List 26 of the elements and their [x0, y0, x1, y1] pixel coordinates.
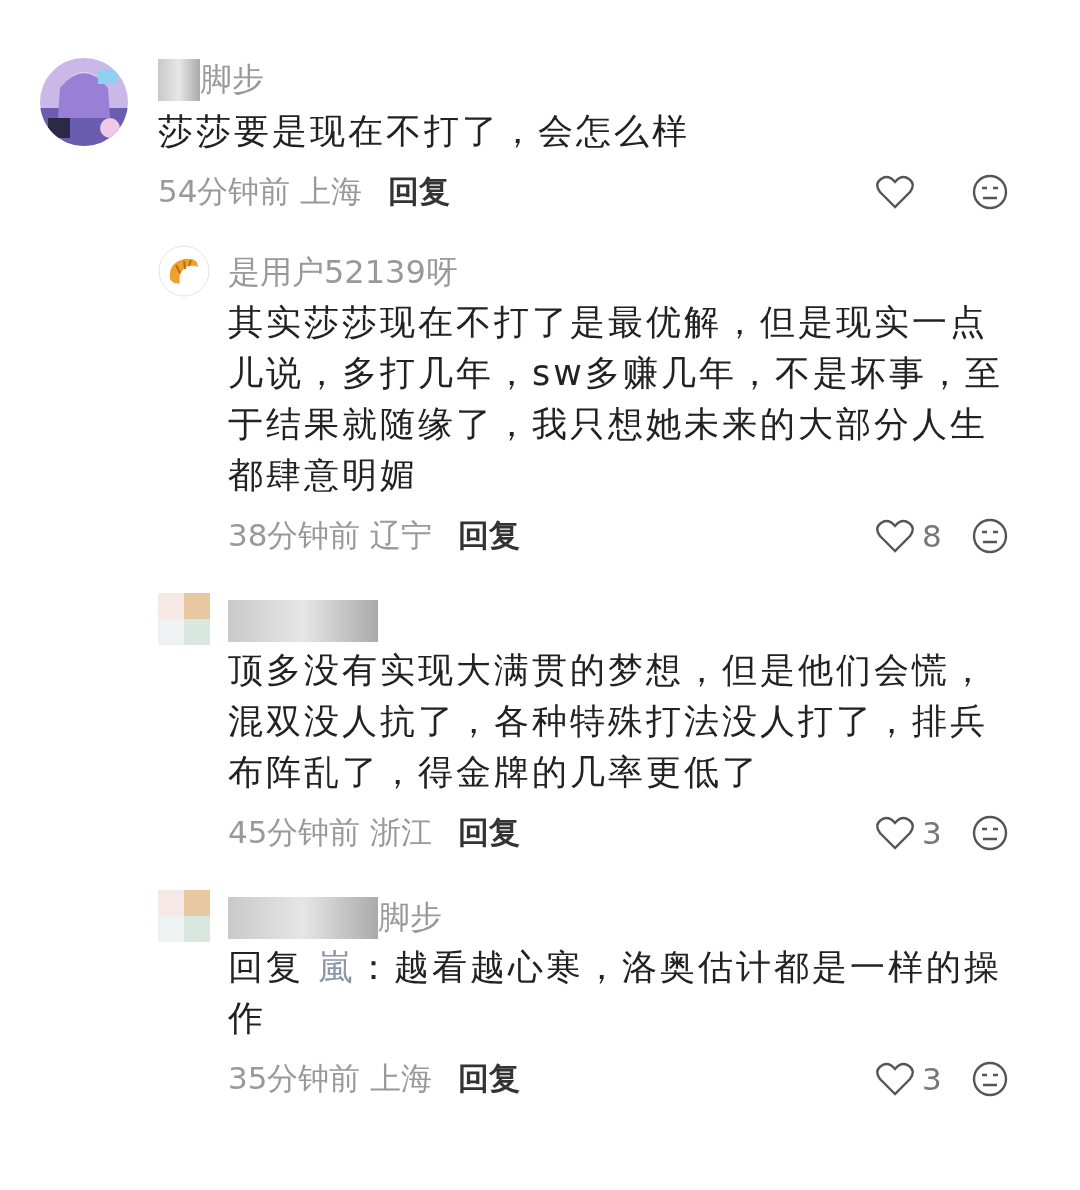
like-count: 8: [922, 518, 942, 554]
comment-time-location: 35分钟前 上海: [228, 1059, 433, 1098]
comment-text: 莎莎要是现在不打了，会怎么样: [158, 110, 691, 153]
dislike-face-icon[interactable]: [972, 815, 1008, 851]
comment-time-location: 54分钟前 上海: [158, 172, 363, 211]
blurred-avatar-icon: [158, 593, 210, 645]
dislike-face-icon[interactable]: [972, 518, 1008, 554]
comment-time-location: 38分钟前 辽宁: [228, 516, 433, 555]
comment-text: 其实莎莎现在不打了是最优解，但是现实一点儿说，多打几年，sw多赚几年，不是坏事，至于结果就随缘了，我只想她未来的大部分人生都肆意明媚: [228, 301, 1004, 497]
reply-button[interactable]: 回复: [388, 171, 451, 213]
comment-time-location: 45分钟前 浙江: [228, 813, 433, 852]
like-icon[interactable]: [876, 1062, 914, 1096]
reply-button[interactable]: 回复: [458, 515, 521, 557]
like-icon[interactable]: [876, 519, 914, 553]
like-icon[interactable]: [876, 175, 914, 209]
reply-button[interactable]: 回复: [458, 1058, 521, 1100]
like-icon[interactable]: [876, 816, 914, 850]
dislike-face-icon[interactable]: [972, 1061, 1008, 1097]
dislike-face-icon[interactable]: [972, 174, 1008, 210]
like-count: 3: [922, 1061, 942, 1097]
blurred-avatar-icon: [158, 890, 210, 942]
comment-text: 顶多没有实现大满贯的梦想，但是他们会慌，混双没人抗了，各种特殊打法没人打了，排兵布阵乱了，得金牌的几率更低了: [228, 649, 989, 794]
reply-button[interactable]: 回复: [458, 812, 521, 854]
comment-text: 回复 嵐：越看越心寒，洛奥估计都是一样的操作: [228, 946, 1004, 1040]
like-count: 3: [922, 815, 942, 851]
croissant-avatar-icon: [158, 245, 210, 297]
